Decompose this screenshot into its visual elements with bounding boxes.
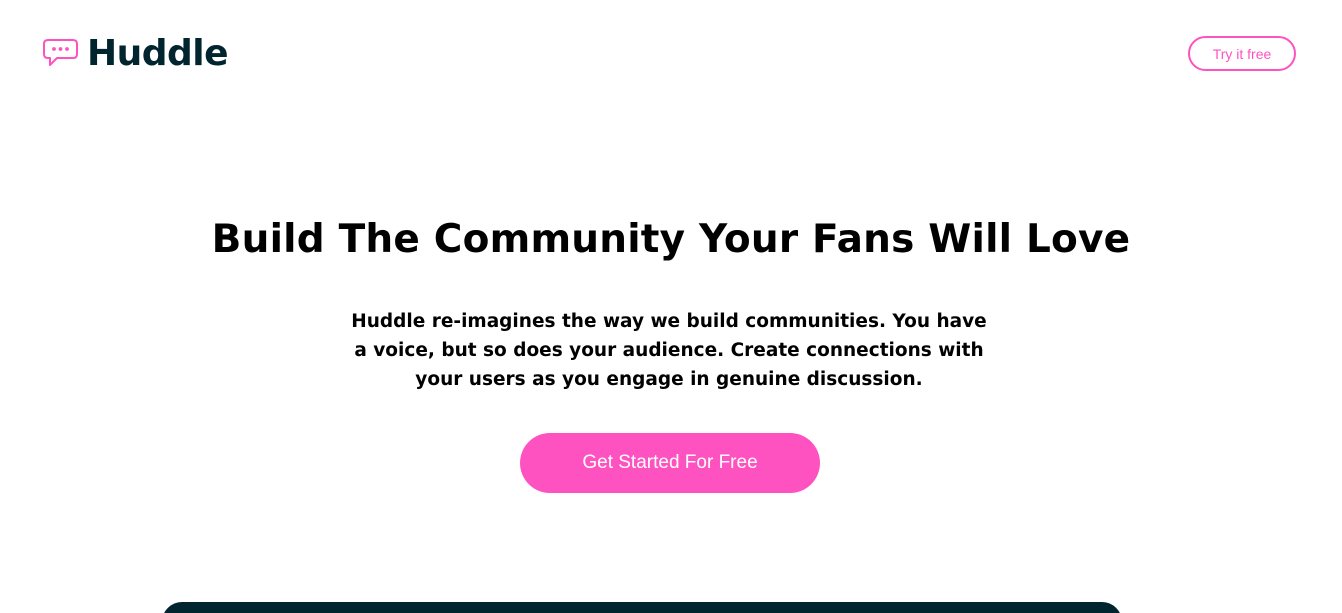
get-started-button[interactable]: Get Started For Free [520, 433, 820, 493]
logo-text: Huddle [87, 33, 229, 74]
mockup-image [162, 602, 1122, 613]
chat-bubble-icon [42, 38, 79, 70]
hero-description: Huddle re-imagines the way we build comm… [351, 311, 987, 390]
logo[interactable]: Huddle [42, 32, 229, 76]
landing-page: Huddle Try it free Build The Community Y… [0, 0, 1342, 613]
hero-title: Build The Community Your Fans Will Love [211, 217, 1131, 262]
site-header: Huddle Try it free [0, 0, 1342, 110]
try-it-free-button[interactable]: Try it free [1188, 36, 1296, 71]
